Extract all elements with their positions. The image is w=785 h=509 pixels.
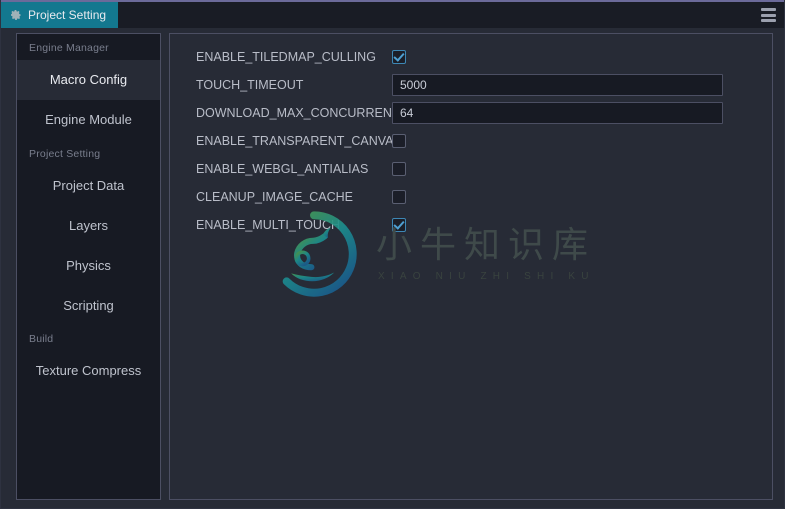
checkbox-cleanup-image-cache[interactable] — [392, 190, 406, 204]
setting-label-cleanup-image-cache: CLEANUP_IMAGE_CACHE — [196, 189, 353, 204]
sidebar-item-label: Engine Module — [45, 112, 132, 127]
setting-row: ENABLE_TILEDMAP_CULLING — [170, 43, 772, 71]
sidebar-item-physics[interactable]: Physics — [17, 245, 160, 285]
gear-icon — [11, 10, 21, 20]
sidebar-item-project-data[interactable]: Project Data — [17, 165, 160, 205]
macro-config-panel: ENABLE_TILEDMAP_CULLING TOUCH_TIMEOUT DOWN… — [169, 33, 773, 500]
sidebar-item-layers[interactable]: Layers — [17, 205, 160, 245]
sidebar-item-engine-module[interactable]: Engine Module — [17, 100, 160, 140]
setting-label-enable-webgl-antialias: ENABLE_WEBGL_ANTIALIAS — [196, 161, 369, 176]
tab-label: Project Setting — [28, 8, 107, 22]
input-download-max-concurrent[interactable] — [392, 102, 723, 124]
setting-control — [392, 190, 772, 204]
hamburger-bar — [761, 19, 776, 22]
setting-control — [392, 162, 772, 176]
application-window: Project Setting Engine Manager Macro Conf… — [0, 0, 785, 509]
sidebar-item-label: Project Data — [52, 177, 125, 193]
setting-label-download-max-concurrent: DOWNLOAD_MAX_CONCURRENT — [196, 105, 400, 120]
sidebar-section-header: Project Setting — [29, 147, 101, 160]
checkbox-enable-webgl-antialias[interactable] — [392, 162, 406, 176]
setting-label-enable-multi-touch: ENABLE_MULTI_TOUCH — [196, 217, 341, 232]
checkbox-enable-tiledmap-culling[interactable] — [392, 50, 406, 64]
tab-project-setting[interactable]: Project Setting — [1, 2, 119, 28]
tab-bar: Project Setting — [1, 2, 784, 28]
setting-control — [392, 218, 772, 232]
setting-row: ENABLE_WEBGL_ANTIALIAS — [170, 155, 772, 183]
checkbox-enable-multi-touch[interactable] — [392, 218, 406, 232]
setting-control — [392, 50, 772, 64]
sidebar-item-label: Texture Compress — [35, 363, 142, 378]
setting-row: ENABLE_MULTI_TOUCH — [170, 211, 772, 239]
sidebar-item-scripting[interactable]: Scripting — [17, 285, 160, 325]
sidebar-section-header: Build — [29, 333, 54, 345]
setting-label-enable-tiledmap-culling: ENABLE_TILEDMAP_CULLING — [196, 49, 376, 64]
setting-row: CLEANUP_IMAGE_CACHE — [170, 183, 772, 211]
settings-rows: ENABLE_TILEDMAP_CULLING TOUCH_TIMEOUT DOWN… — [170, 43, 772, 239]
input-touch-timeout[interactable] — [392, 74, 723, 96]
settings-sidebar: Engine Manager Macro Config Engine Module P… — [16, 33, 161, 500]
setting-row: DOWNLOAD_MAX_CONCURRENT — [170, 99, 772, 127]
setting-control — [392, 134, 772, 148]
sidebar-item-label: Physics — [66, 257, 111, 273]
hamburger-bar — [761, 13, 776, 17]
checkbox-enable-transparent-canvas[interactable] — [392, 134, 406, 148]
sidebar-item-label: Macro Config — [49, 72, 128, 87]
sidebar-item-macro-config[interactable]: Macro Config — [17, 59, 160, 100]
setting-label-enable-transparent-canvas: ENABLE_TRANSPARENT_CANVAS — [196, 133, 402, 148]
setting-control — [392, 102, 772, 124]
setting-row: TOUCH_TIMEOUT — [170, 71, 772, 99]
setting-row: ENABLE_TRANSPARENT_CANVAS — [170, 127, 772, 155]
sidebar-item-label: Layers — [68, 217, 109, 233]
setting-control — [392, 74, 772, 96]
sidebar-section-header: Engine Manager — [29, 42, 109, 54]
hamburger-bar — [761, 8, 776, 11]
workspace: Engine Manager Macro Config Engine Module P… — [1, 28, 784, 508]
sidebar-item-label: Scripting — [63, 297, 114, 313]
watermark-pinyin-text: XIAO NIU ZHI SHI KU — [378, 271, 595, 282]
hamburger-menu-icon[interactable] — [761, 8, 776, 22]
setting-label-touch-timeout: TOUCH_TIMEOUT — [196, 77, 304, 92]
sidebar-item-texture-compress[interactable]: Texture Compress — [17, 351, 160, 391]
